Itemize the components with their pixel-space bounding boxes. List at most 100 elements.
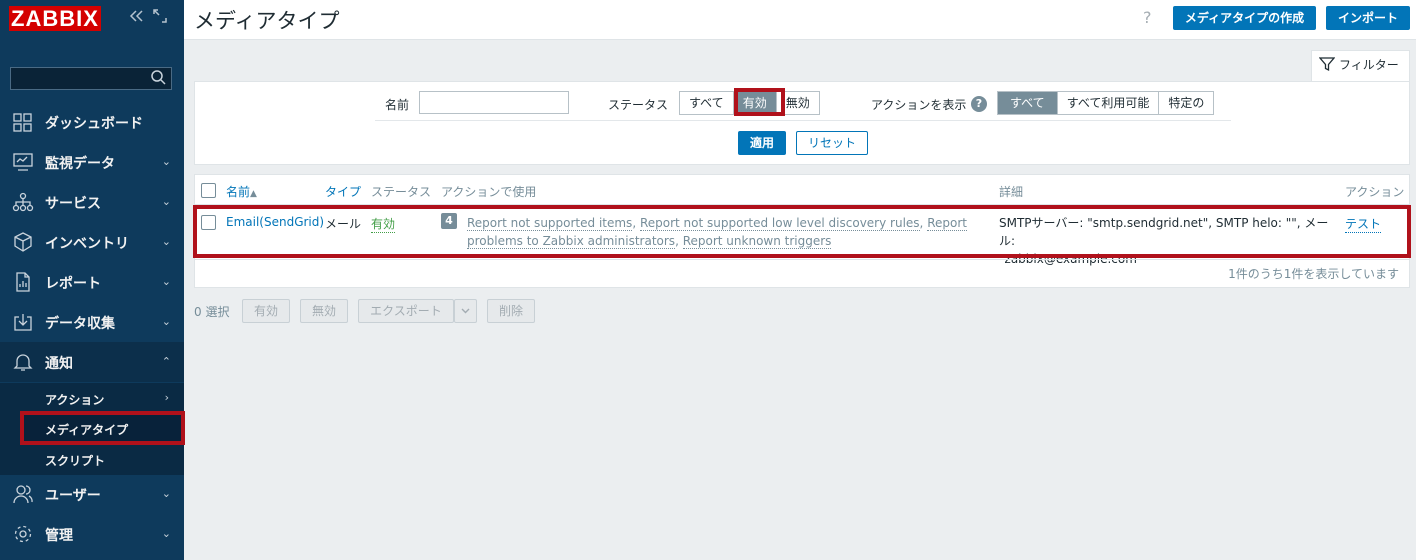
gear-icon bbox=[12, 524, 34, 544]
status-option-all[interactable]: すべて bbox=[680, 92, 734, 114]
page-header: メディアタイプ ? メディアタイプの作成 インポート bbox=[184, 0, 1416, 40]
chevron-down-icon: ⌄ bbox=[161, 195, 171, 208]
actions-segmented-control: すべて すべて利用可能 特定の bbox=[997, 91, 1215, 115]
sidebar-item-label: ダッシュボード bbox=[45, 116, 143, 132]
submenu-item-label: アクション bbox=[45, 393, 105, 407]
media-type-type: メール bbox=[325, 217, 362, 231]
sidebar-search-input[interactable] bbox=[10, 67, 172, 90]
test-link[interactable]: テスト bbox=[1345, 215, 1382, 233]
sidebar-item-label: 管理 bbox=[45, 528, 73, 544]
actions-help-icon[interactable]: ? bbox=[971, 96, 987, 112]
column-header-status: ステータス bbox=[371, 185, 432, 199]
select-all-checkbox[interactable] bbox=[201, 183, 216, 198]
status-segmented-control: すべて 有効 無効 bbox=[679, 91, 820, 115]
actions-option-specific[interactable]: 特定の bbox=[1159, 92, 1214, 114]
filter-icon bbox=[1319, 57, 1335, 72]
reset-button[interactable]: リセット bbox=[796, 131, 868, 155]
create-media-type-button[interactable]: メディアタイプの作成 bbox=[1173, 6, 1316, 30]
sidebar-item-label: データ収集 bbox=[45, 316, 115, 332]
import-button[interactable]: インポート bbox=[1326, 6, 1410, 30]
mass-disable-button[interactable]: 無効 bbox=[300, 299, 348, 323]
sidebar-item-reports[interactable]: レポート ⌄ bbox=[0, 262, 184, 302]
action-link[interactable]: Report not supported items bbox=[467, 216, 633, 231]
submenu-item-actions[interactable]: アクション › bbox=[22, 384, 182, 412]
sidebar-item-monitoring[interactable]: 監視データ ⌄ bbox=[0, 142, 184, 182]
filter-name-input[interactable] bbox=[419, 91, 569, 114]
status-option-enabled[interactable]: 有効 bbox=[733, 92, 777, 114]
chevron-down-icon: ⌄ bbox=[161, 235, 171, 248]
mass-enable-button[interactable]: 有効 bbox=[242, 299, 290, 323]
inventory-icon bbox=[12, 232, 34, 252]
sidebar-item-alerts[interactable]: 通知 ⌃ bbox=[0, 342, 184, 382]
column-header-used-in-actions: アクションで使用 bbox=[441, 185, 537, 199]
action-link[interactable]: Report not supported low level discovery… bbox=[639, 216, 920, 231]
submenu-item-media-types[interactable]: メディアタイプ bbox=[22, 414, 182, 442]
alerts-submenu: アクション › メディアタイプ スクリプト bbox=[0, 383, 184, 475]
filter-name-label: 名前 bbox=[385, 98, 410, 112]
chevron-up-icon: ⌃ bbox=[161, 355, 171, 368]
submenu-item-label: スクリプト bbox=[45, 454, 106, 468]
column-header-actions: アクション bbox=[1345, 185, 1405, 199]
header-separator bbox=[195, 204, 1409, 205]
reports-icon bbox=[12, 272, 34, 292]
table-footer-count: 1件のうち1件を表示しています bbox=[1228, 267, 1399, 281]
sidebar-item-services[interactable]: サービス ⌄ bbox=[0, 182, 184, 222]
export-format-dropdown[interactable] bbox=[454, 299, 477, 323]
apply-button[interactable]: 適用 bbox=[738, 131, 786, 155]
column-header-details: 詳細 bbox=[999, 185, 1024, 199]
used-in-actions-list: Report not supported items, Report not s… bbox=[467, 216, 967, 249]
users-icon bbox=[12, 484, 34, 504]
sidebar-item-users[interactable]: ユーザー ⌄ bbox=[0, 474, 184, 514]
column-header-name-label: 名前 bbox=[226, 185, 251, 199]
chevron-down-icon: ⌄ bbox=[161, 275, 171, 288]
mass-export-button[interactable]: エクスポート bbox=[358, 299, 454, 323]
data-collection-icon bbox=[12, 312, 34, 332]
zabbix-logo[interactable]: ZABBIX bbox=[9, 6, 101, 31]
chevron-right-icon: › bbox=[164, 391, 169, 404]
media-type-name-link[interactable]: Email(SendGrid) bbox=[226, 215, 324, 229]
column-header-name[interactable]: 名前▲ bbox=[226, 183, 257, 200]
chevron-down-icon bbox=[461, 308, 470, 314]
sidebar-item-label: 通知 bbox=[45, 356, 73, 372]
action-count-badge: 4 bbox=[441, 213, 457, 229]
details-line-1: SMTPサーバー: "smtp.sendgrid.net", SMTP helo… bbox=[999, 216, 1329, 248]
search-icon[interactable] bbox=[150, 69, 167, 86]
services-icon bbox=[12, 192, 34, 212]
help-icon[interactable]: ? bbox=[1143, 8, 1152, 27]
status-option-disabled[interactable]: 無効 bbox=[776, 92, 819, 114]
filter-tab[interactable]: フィルター bbox=[1311, 50, 1410, 82]
sidebar-item-dashboard[interactable]: ダッシュボード bbox=[0, 102, 184, 142]
monitoring-icon bbox=[12, 152, 34, 172]
sidebar-item-label: インベントリ bbox=[45, 236, 129, 252]
chevron-down-icon: ⌄ bbox=[161, 527, 171, 540]
filter-panel: 名前 ステータス すべて 有効 無効 アクションを表示 ? すべて すべて利用可… bbox=[194, 81, 1410, 165]
mass-delete-button[interactable]: 削除 bbox=[487, 299, 535, 323]
row-checkbox[interactable] bbox=[201, 215, 216, 230]
sidebar-item-inventory[interactable]: インベントリ ⌄ bbox=[0, 222, 184, 262]
page-title: メディアタイプ bbox=[194, 9, 340, 33]
media-types-table: 名前▲ タイプ ステータス アクションで使用 詳細 アクション Email(Se… bbox=[194, 174, 1410, 288]
column-header-type[interactable]: タイプ bbox=[325, 183, 361, 200]
collapse-sidebar-icon[interactable] bbox=[128, 8, 144, 28]
actions-option-all-available[interactable]: すべて利用可能 bbox=[1057, 92, 1160, 114]
chevron-down-icon: ⌄ bbox=[161, 487, 171, 500]
submenu-item-label: メディアタイプ bbox=[45, 423, 129, 437]
actions-option-all[interactable]: すべて bbox=[998, 92, 1058, 114]
status-enabled-link[interactable]: 有効 bbox=[371, 215, 396, 233]
filter-tab-label: フィルター bbox=[1339, 58, 1399, 72]
filter-status-label: ステータス bbox=[608, 98, 669, 112]
sidebar-item-label: レポート bbox=[45, 276, 101, 292]
chevron-down-icon: ⌄ bbox=[161, 155, 171, 168]
filter-divider bbox=[375, 120, 1231, 121]
sidebar-item-label: ユーザー bbox=[45, 488, 101, 504]
action-link[interactable]: Report unknown triggers bbox=[682, 234, 832, 249]
sidebar-item-data-collection[interactable]: データ収集 ⌄ bbox=[0, 302, 184, 342]
filter-actions-label: アクションを表示 bbox=[871, 98, 967, 112]
selected-count: 0 選択 bbox=[194, 305, 230, 319]
submenu-item-scripts[interactable]: スクリプト bbox=[22, 445, 182, 473]
bell-icon bbox=[12, 352, 34, 372]
sort-asc-icon: ▲ bbox=[250, 189, 257, 199]
kiosk-mode-icon[interactable] bbox=[152, 8, 168, 28]
sidebar-item-administration[interactable]: 管理 ⌄ bbox=[0, 514, 184, 554]
sidebar-item-label: 監視データ bbox=[45, 156, 115, 172]
